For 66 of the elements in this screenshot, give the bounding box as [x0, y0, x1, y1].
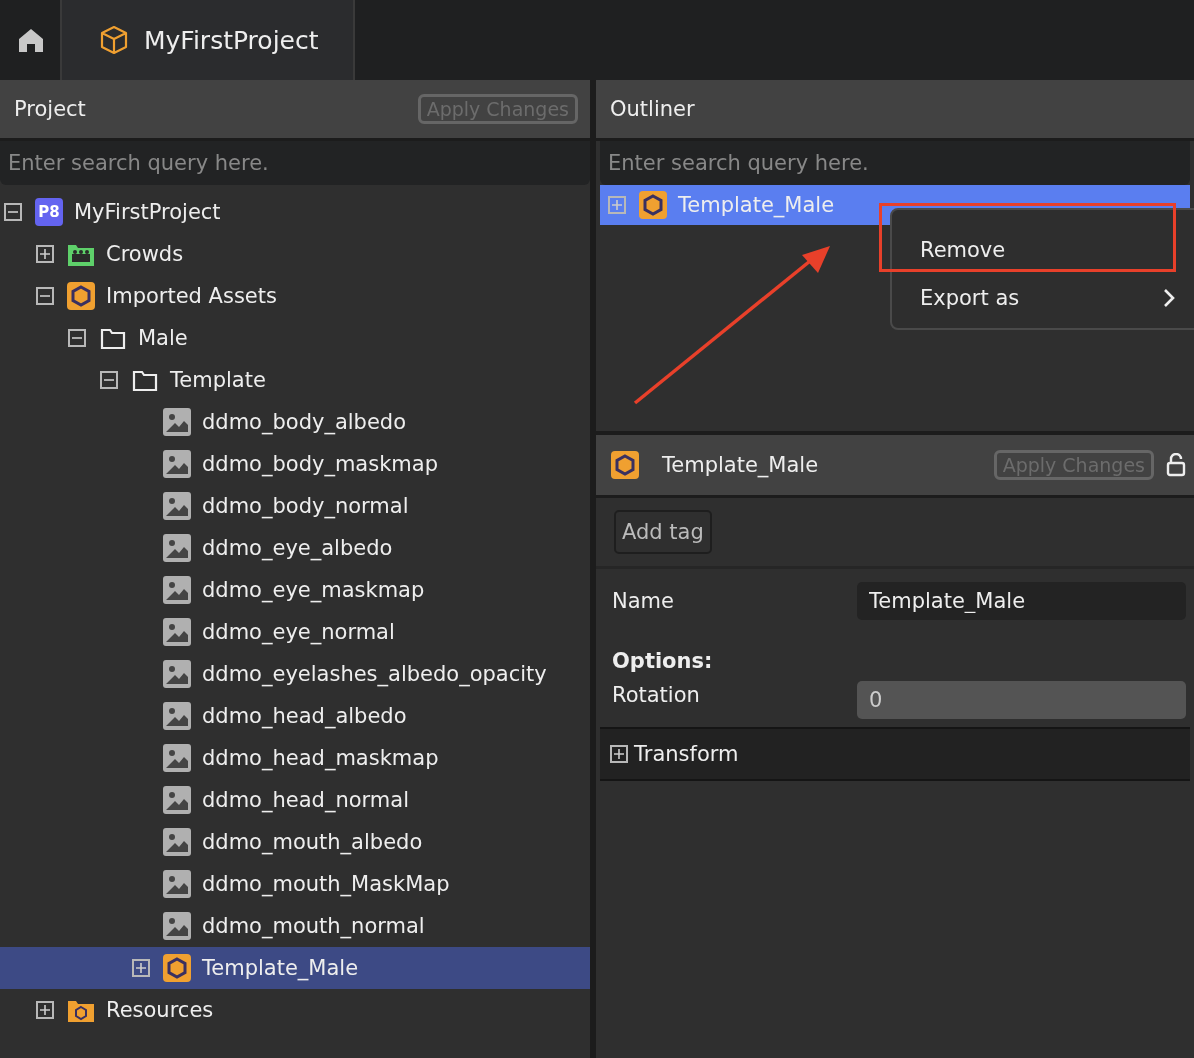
project-badge: P8: [35, 198, 63, 226]
cube-icon: [98, 24, 130, 56]
plus-icon: [611, 199, 623, 211]
expand-toggle[interactable]: [608, 196, 626, 214]
tree-item[interactable]: ddmo_body_normal: [0, 485, 590, 527]
tree-item[interactable]: Imported Assets: [0, 275, 590, 317]
image-icon: [162, 702, 192, 730]
expand-toggle[interactable]: [610, 745, 628, 763]
unlocked-padlock-icon[interactable]: [1166, 453, 1186, 477]
search-field[interactable]: Enter search query here.: [600, 141, 1190, 185]
image-icon: [162, 870, 192, 898]
collapse-toggle[interactable]: [100, 371, 118, 389]
tree-item[interactable]: Resources: [0, 989, 590, 1031]
collapsible-section[interactable]: Transform: [600, 727, 1190, 781]
tree-item[interactable]: ddmo_body_albedo: [0, 401, 590, 443]
property-label: Rotation: [612, 683, 701, 707]
tree-item[interactable]: Male: [0, 317, 590, 359]
tree-item[interactable]: ddmo_eye_normal: [0, 611, 590, 653]
menu-item[interactable]: Export as: [892, 274, 1194, 322]
menu-item[interactable]: Remove: [892, 226, 1194, 274]
image-icon: [162, 534, 192, 562]
image-icon: [162, 408, 192, 436]
image-icon: [162, 492, 192, 520]
expand-toggle[interactable]: [36, 245, 54, 263]
image-icon: [162, 912, 192, 940]
image-icon: [162, 618, 192, 646]
expand-toggle[interactable]: [132, 959, 150, 977]
tree-item[interactable]: P8 MyFirstProject: [0, 191, 590, 233]
project-tab[interactable]: MyFirstProject: [62, 0, 355, 80]
tree-item[interactable]: Template_Male: [0, 947, 590, 989]
rotation-field[interactable]: 0: [857, 681, 1186, 719]
tree-item[interactable]: ddmo_eye_maskmap: [0, 569, 590, 611]
panel-title: Project: [14, 97, 86, 121]
tree-item[interactable]: ddmo_mouth_normal: [0, 905, 590, 947]
tree-item[interactable]: ddmo_head_albedo: [0, 695, 590, 737]
tree-item[interactable]: ddmo_mouth_albedo: [0, 821, 590, 863]
section-heading: Options:: [611, 648, 714, 675]
collapse-toggle[interactable]: [36, 287, 54, 305]
collapse-toggle[interactable]: [68, 329, 86, 347]
panel-title: Outliner: [610, 97, 695, 121]
plus-icon: [39, 1004, 51, 1016]
image-icon: [162, 828, 192, 856]
image-icon: [162, 744, 192, 772]
collapse-toggle[interactable]: [4, 203, 22, 221]
image-icon: [162, 786, 192, 814]
tree-item[interactable]: ddmo_head_maskmap: [0, 737, 590, 779]
search-field[interactable]: Enter search query here.: [0, 141, 590, 185]
tree-item[interactable]: ddmo_mouth_MaskMap: [0, 863, 590, 905]
plus-icon: [135, 962, 147, 974]
expand-toggle[interactable]: [36, 1001, 54, 1019]
tree-item[interactable]: Template: [0, 359, 590, 401]
plus-icon: [39, 248, 51, 260]
tree-item[interactable]: ddmo_eye_albedo: [0, 527, 590, 569]
inspector-title: Template_Male: [662, 453, 820, 477]
name-field[interactable]: Template_Male: [857, 582, 1186, 620]
tree-item[interactable]: ddmo_eyelashes_albedo_opacity: [0, 653, 590, 695]
plus-icon: [613, 748, 625, 760]
tree-item[interactable]: Crowds: [0, 233, 590, 275]
property-label: Name: [612, 589, 675, 613]
tree-item[interactable]: ddmo_body_maskmap: [0, 443, 590, 485]
tree-item[interactable]: ddmo_head_normal: [0, 779, 590, 821]
image-icon: [162, 450, 192, 478]
image-icon: [162, 660, 192, 688]
chevron-right-icon: [1162, 288, 1176, 308]
add-tag-button[interactable]: Add tag: [614, 510, 712, 554]
image-icon: [162, 576, 192, 604]
